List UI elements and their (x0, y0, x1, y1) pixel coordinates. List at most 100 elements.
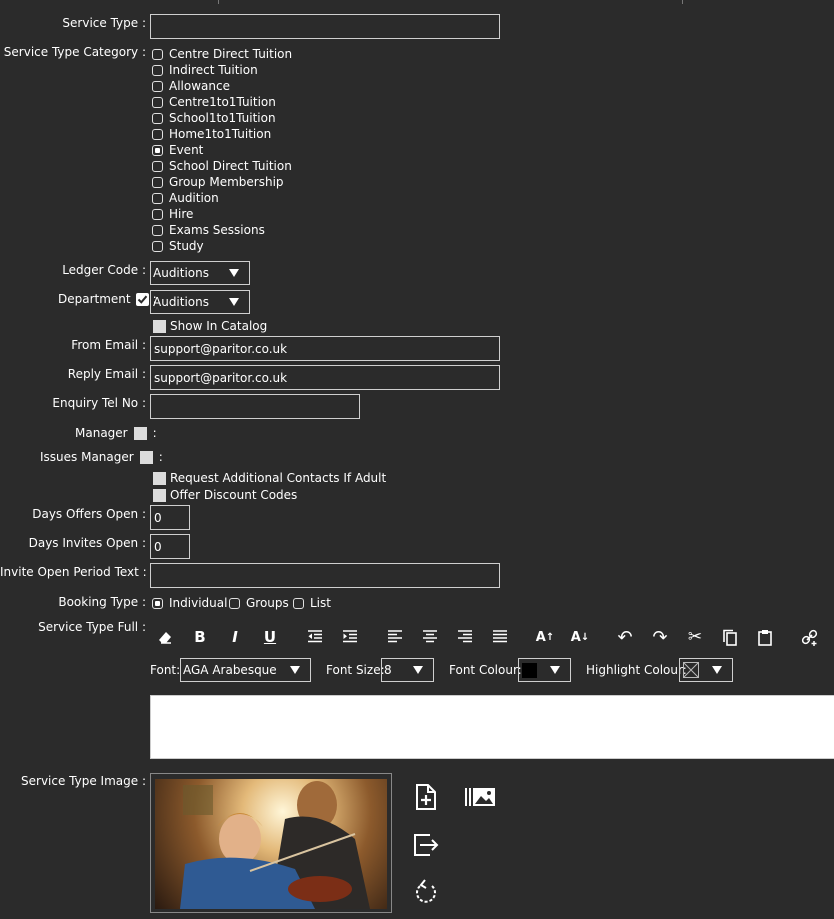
link-icon[interactable] (798, 624, 822, 650)
rich-text-editor[interactable] (150, 695, 834, 759)
checkbox-checked[interactable] (152, 144, 163, 156)
highlight-colour-select[interactable] (679, 658, 733, 682)
category-option[interactable]: Centre1to1Tuition (152, 94, 292, 110)
image-preview-frame (150, 773, 392, 913)
category-option[interactable]: Study (152, 238, 292, 254)
checkbox[interactable] (152, 48, 163, 60)
from-email-input[interactable] (150, 336, 500, 361)
invite-open-period-input[interactable] (150, 563, 500, 588)
booking-list-option[interactable]: List (293, 596, 331, 610)
ledger-code-value: Auditions (153, 266, 210, 280)
font-select[interactable]: AGA Arabesque (180, 658, 311, 682)
invite-open-period-label: Invite Open Period Text : (0, 565, 147, 579)
checkbox[interactable] (152, 240, 163, 252)
offer-discount-option[interactable]: Offer Discount Codes (153, 488, 297, 502)
category-option[interactable]: Exams Sessions (152, 222, 292, 238)
undo-icon[interactable]: ↶ (613, 624, 637, 650)
enquiry-tel-label: Enquiry Tel No : (52, 396, 146, 410)
checkbox[interactable] (152, 208, 163, 220)
align-right-icon[interactable] (453, 624, 477, 650)
font-size-select[interactable]: 8 (381, 658, 434, 682)
manager-checkbox[interactable] (133, 426, 147, 440)
issues-manager-colon: : (158, 450, 163, 464)
justify-icon[interactable] (488, 624, 512, 650)
category-option-label: School1to1Tuition (169, 111, 276, 125)
department-checkbox[interactable] (135, 292, 149, 306)
offer-discount-checkbox[interactable] (153, 488, 166, 502)
outdent-icon[interactable] (303, 624, 327, 650)
department-select[interactable]: Auditions (150, 290, 250, 314)
reply-email-input[interactable] (150, 365, 500, 390)
category-option[interactable]: School1to1Tuition (152, 110, 292, 126)
booking-individual-option[interactable]: Individual (152, 596, 227, 610)
refresh-icon[interactable] (412, 878, 440, 906)
checkbox[interactable] (152, 64, 163, 76)
days-invites-open-label: Days Invites Open : (28, 536, 146, 550)
font-increase-icon[interactable]: A ↑ (533, 624, 557, 650)
highlight-colour-label: Highlight Colour: (586, 663, 687, 677)
dropdown-arrow-icon (550, 666, 560, 674)
font-colour-label: Font Colour: (449, 663, 522, 677)
booking-groups-option[interactable]: Groups (229, 596, 289, 610)
manager-label: Manager (75, 426, 128, 440)
eraser-icon[interactable] (153, 624, 177, 650)
category-option[interactable]: School Direct Tuition (152, 158, 292, 174)
checkbox[interactable] (152, 224, 163, 236)
category-option[interactable]: Group Membership (152, 174, 292, 190)
checkbox-checked[interactable] (152, 597, 163, 609)
enquiry-tel-input[interactable] (150, 394, 360, 419)
ledger-code-select[interactable]: Auditions (150, 261, 250, 285)
checkbox[interactable] (229, 597, 240, 609)
category-option[interactable]: Event (152, 142, 292, 158)
request-contacts-label: Request Additional Contacts If Adult (170, 471, 387, 485)
checkbox[interactable] (152, 160, 163, 172)
export-icon[interactable] (412, 831, 440, 859)
top-divider (0, 0, 834, 4)
font-colour-select[interactable] (518, 658, 571, 682)
dropdown-arrow-icon (712, 666, 722, 674)
italic-icon[interactable]: I (223, 624, 247, 650)
category-option-label: Group Membership (169, 175, 284, 189)
bold-icon[interactable]: B (188, 624, 212, 650)
request-contacts-checkbox[interactable] (153, 471, 166, 485)
no-colour-icon (683, 662, 699, 678)
add-file-icon[interactable] (412, 783, 440, 811)
service-type-category-label: Service Type Category : (3, 45, 146, 59)
checkbox[interactable] (152, 192, 163, 204)
paste-icon[interactable] (753, 624, 777, 650)
days-offers-open-input[interactable] (150, 505, 190, 530)
checkbox[interactable] (152, 80, 163, 92)
category-option[interactable]: Home1to1Tuition (152, 126, 292, 142)
align-center-icon[interactable] (418, 624, 442, 650)
checkmark-icon (137, 295, 147, 304)
service-type-input[interactable] (150, 14, 500, 39)
issues-manager-checkbox[interactable] (139, 450, 153, 464)
violin-lesson-photo (155, 779, 387, 909)
show-in-catalog-option[interactable]: Show In Catalog (153, 319, 267, 333)
checkbox[interactable] (293, 597, 304, 609)
category-option[interactable]: Hire (152, 206, 292, 222)
indent-icon[interactable] (338, 624, 362, 650)
copy-icon[interactable] (718, 624, 742, 650)
font-decrease-icon[interactable]: A ↓ (568, 624, 592, 650)
redo-icon[interactable]: ↷ (648, 624, 672, 650)
show-in-catalog-checkbox[interactable] (153, 319, 166, 333)
category-option[interactable]: Audition (152, 190, 292, 206)
cut-icon[interactable]: ✂ (683, 624, 707, 650)
checkbox[interactable] (152, 176, 163, 188)
align-left-icon[interactable] (383, 624, 407, 650)
category-option[interactable]: Centre Direct Tuition (152, 46, 292, 62)
category-option[interactable]: Allowance (152, 78, 292, 94)
offer-discount-label: Offer Discount Codes (170, 488, 298, 502)
checkbox[interactable] (152, 128, 163, 140)
department-value: Auditions (153, 295, 210, 309)
booking-type-label: Booking Type : (58, 595, 146, 609)
checkbox[interactable] (152, 96, 163, 108)
underline-icon[interactable]: U (258, 624, 282, 650)
booking-option-label: List (310, 596, 331, 610)
days-invites-open-input[interactable] (150, 534, 190, 559)
category-option[interactable]: Indirect Tuition (152, 62, 292, 78)
image-library-icon[interactable] (464, 783, 496, 811)
request-contacts-option[interactable]: Request Additional Contacts If Adult (153, 471, 386, 485)
checkbox[interactable] (152, 112, 163, 124)
